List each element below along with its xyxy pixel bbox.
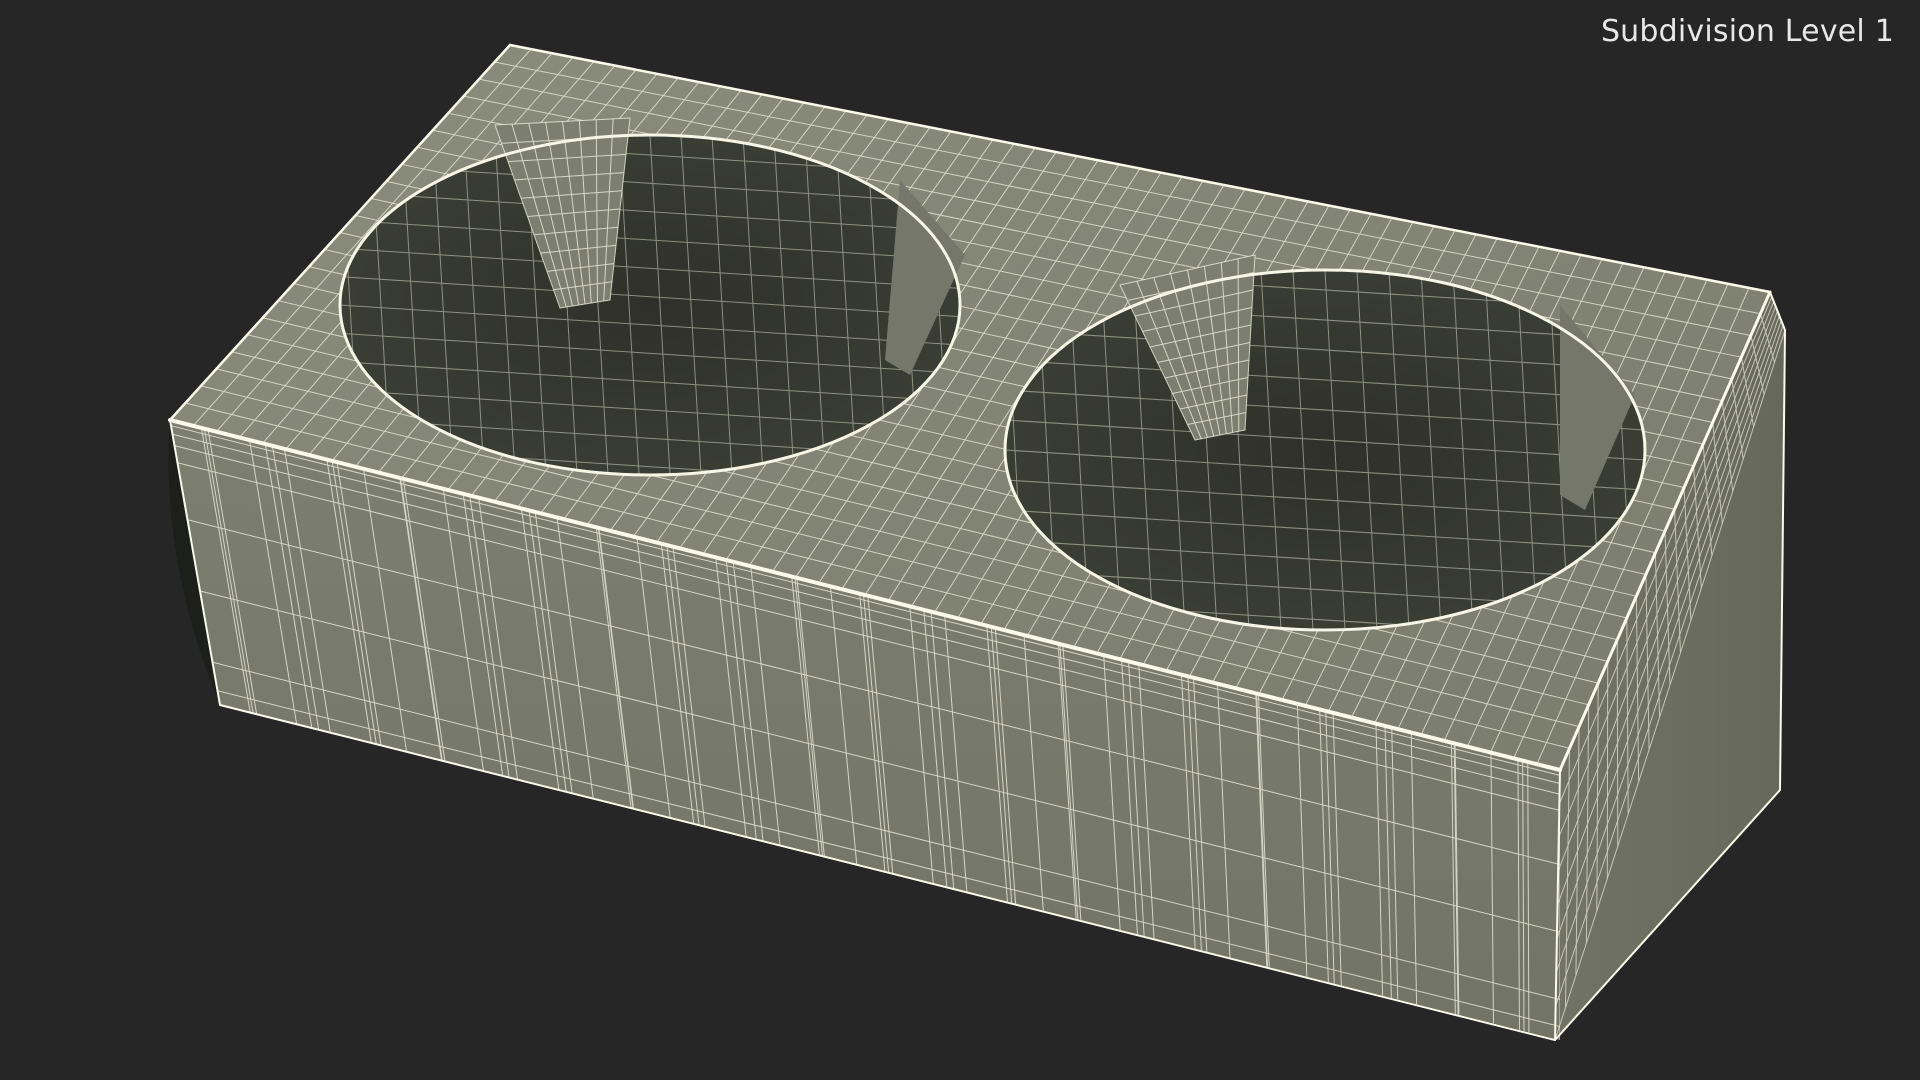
cup-holder-wireframe-model xyxy=(168,43,1786,1041)
subdivision-level-label: Subdivision Level 1 xyxy=(1600,14,1894,49)
3d-viewport[interactable]: Subdivision Level 1 xyxy=(0,0,1920,1080)
